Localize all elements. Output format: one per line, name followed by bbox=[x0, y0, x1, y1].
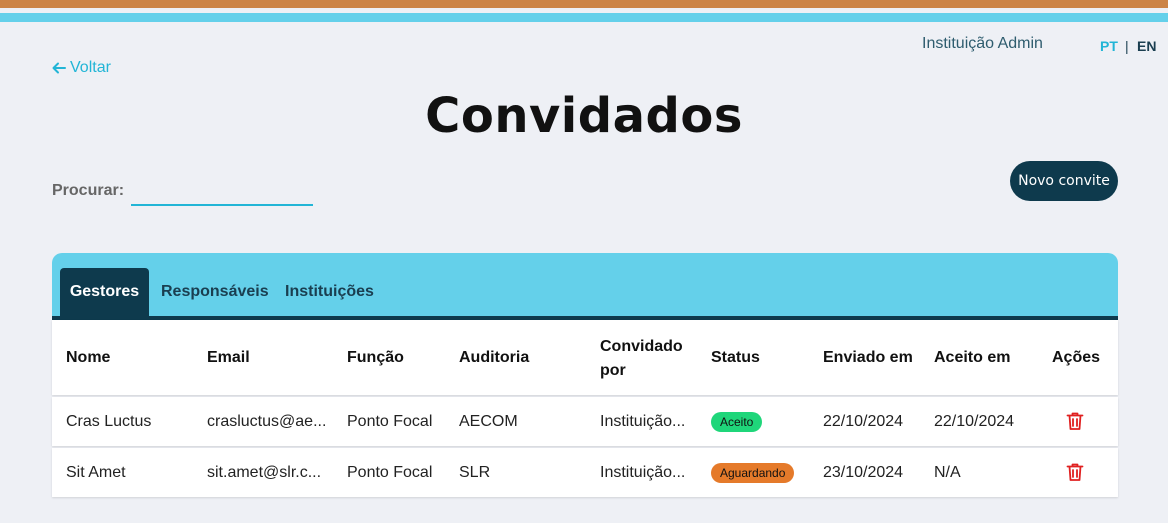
search-label: Procurar: bbox=[52, 182, 125, 199]
table-row: Cras Luctus crasluctus@ae... Ponto Focal… bbox=[52, 397, 1118, 446]
cell-role: Ponto Focal bbox=[347, 464, 433, 481]
table-row: Sit Amet sit.amet@slr.c... Ponto Focal S… bbox=[52, 448, 1118, 497]
status-badge: Aceito bbox=[711, 412, 763, 432]
col-header-actions: Ações bbox=[1052, 349, 1101, 366]
page-title: Convidados bbox=[425, 88, 743, 144]
col-header-accepted-at[interactable]: Aceito em bbox=[934, 349, 1010, 367]
user-menu[interactable]: Instituição Admin bbox=[922, 35, 1043, 53]
lang-pt-link[interactable]: PT bbox=[1100, 38, 1118, 54]
cell-accepted-at: 22/10/2024 bbox=[934, 413, 1015, 430]
cell-sent-at: 23/10/2024 bbox=[823, 464, 904, 481]
tab-gestores[interactable]: Gestores bbox=[60, 268, 149, 316]
cell-audit: SLR bbox=[459, 464, 491, 481]
cell-audit: AECOM bbox=[459, 413, 518, 430]
top-stripe-orange bbox=[0, 0, 1168, 8]
col-header-audit[interactable]: Auditoria bbox=[459, 349, 529, 367]
top-stripe-blue bbox=[0, 13, 1168, 22]
trash-icon[interactable] bbox=[1066, 411, 1084, 431]
lang-separator: | bbox=[1125, 38, 1129, 54]
col-header-invited-by[interactable]: Convidado por bbox=[600, 335, 690, 383]
cell-sent-at: 22/10/2024 bbox=[823, 413, 904, 430]
cell-invited-by: Instituição... bbox=[600, 413, 686, 430]
table-header: Nome Email Função Auditoria Convidado po… bbox=[52, 320, 1118, 395]
tab-responsaveis[interactable]: Responsáveis bbox=[161, 268, 269, 316]
col-header-status[interactable]: Status bbox=[711, 349, 760, 367]
col-header-sent-at[interactable]: Enviado em bbox=[823, 349, 913, 367]
tab-instituicoes[interactable]: Instituições bbox=[285, 268, 374, 316]
col-header-name[interactable]: Nome bbox=[66, 349, 110, 367]
col-header-role[interactable]: Função bbox=[347, 349, 404, 367]
cell-invited-by: Instituição... bbox=[600, 464, 686, 481]
tab-bar: Gestores Responsáveis Instituições bbox=[52, 253, 1118, 320]
trash-icon[interactable] bbox=[1066, 462, 1084, 482]
cell-email: crasluctus@ae... bbox=[207, 413, 327, 430]
back-link[interactable]: Voltar bbox=[52, 59, 111, 77]
cell-name: Sit Amet bbox=[66, 464, 126, 481]
status-badge: Aguardando bbox=[711, 463, 795, 483]
cell-accepted-at: N/A bbox=[934, 464, 961, 481]
new-invite-button[interactable]: Novo convite bbox=[1010, 161, 1118, 201]
search-input[interactable] bbox=[131, 178, 313, 206]
cell-name: Cras Luctus bbox=[66, 413, 152, 430]
back-label: Voltar bbox=[70, 59, 111, 76]
arrow-left-icon bbox=[52, 62, 66, 74]
col-header-email[interactable]: Email bbox=[207, 349, 250, 367]
lang-en-link[interactable]: EN bbox=[1137, 38, 1156, 54]
invites-card: Gestores Responsáveis Instituições Nome … bbox=[52, 253, 1118, 499]
cell-email: sit.amet@slr.c... bbox=[207, 464, 322, 481]
cell-role: Ponto Focal bbox=[347, 413, 433, 430]
